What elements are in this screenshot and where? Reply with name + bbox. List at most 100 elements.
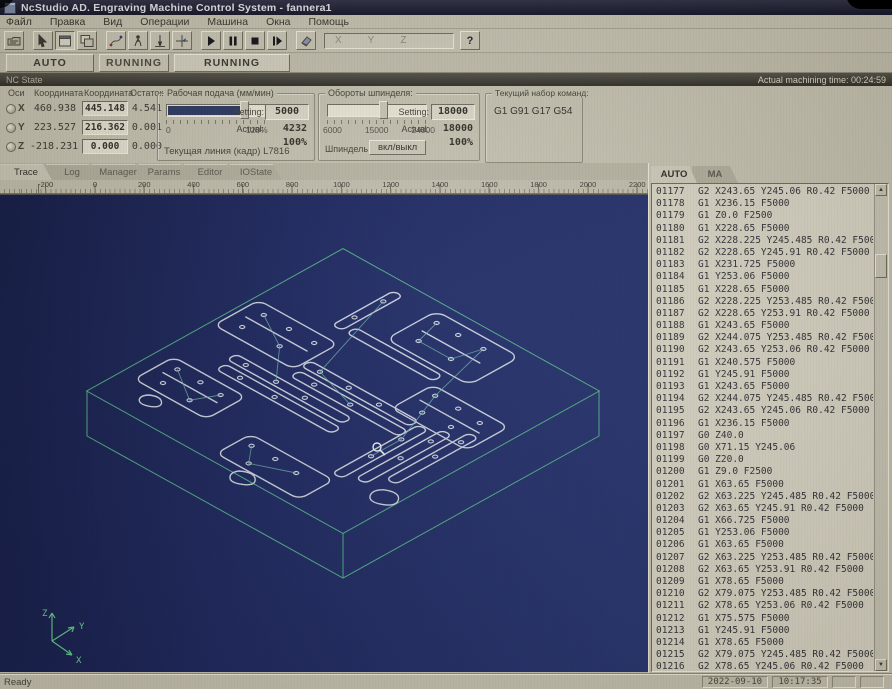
spindle-scale-label: 6000 xyxy=(323,125,342,135)
gcode-command: G1 X66.725 F5000 xyxy=(690,515,790,527)
gcode-command: G2 X244.075 Y245.485 R0.42 F5000 xyxy=(690,393,873,405)
axis-status-icon[interactable] xyxy=(6,104,16,114)
gcode-line-number: 01212 xyxy=(656,613,690,625)
gcode-line: 01198 G0 X71.15 Y245.06 xyxy=(656,442,873,454)
spindle-toggle-button[interactable]: вкл/выкл xyxy=(369,140,426,155)
gcode-panel: AUTOMA 01177 G2 X243.65 Y245.06 R0.42 F5… xyxy=(648,163,892,674)
gcode-list[interactable]: 01177 G2 X243.65 Y245.06 R0.42 F5000 011… xyxy=(651,183,889,672)
gcode-line: 01206 G1 X63.65 F5000 xyxy=(656,539,873,551)
view-tab[interactable]: Editor xyxy=(184,164,236,180)
gcode-command: G2 X78.65 Y245.06 R0.42 F5000 xyxy=(690,661,864,671)
scroll-down-icon[interactable]: ▼ xyxy=(875,659,887,671)
axis-status-icon[interactable] xyxy=(6,142,16,152)
gcode-command: G1 X240.575 F5000 xyxy=(690,357,795,369)
step-button[interactable] xyxy=(267,31,287,50)
spindle-percent: 100% xyxy=(433,137,473,148)
menu-item[interactable]: Окна xyxy=(266,16,290,28)
scroll-up-icon[interactable]: ▲ xyxy=(875,184,887,196)
gcode-line-number: 01193 xyxy=(656,381,690,393)
ruler-label: 400 xyxy=(169,180,218,189)
pause-button[interactable] xyxy=(223,31,243,50)
rapid-move-lines xyxy=(123,271,524,494)
help-button[interactable]: ? xyxy=(460,31,480,50)
gcode-line: 01203 G2 X63.65 Y245.91 R0.42 F5000 xyxy=(656,503,873,515)
axis-x-label: X xyxy=(76,656,82,666)
cursor-icon xyxy=(36,34,50,48)
menu-item[interactable]: Файл xyxy=(6,16,32,28)
menu-item[interactable]: Правка xyxy=(50,16,85,28)
cascade-window-button[interactable] xyxy=(77,31,97,50)
gcode-line-number: 01200 xyxy=(656,466,690,478)
gcode-line-number: 01213 xyxy=(656,625,690,637)
gcode-command: G1 X236.15 F5000 xyxy=(690,198,790,210)
gcode-line-number: 01189 xyxy=(656,332,690,344)
spindle-slider-thumb[interactable] xyxy=(379,101,388,119)
gcode-line-number: 01202 xyxy=(656,491,690,503)
axis-letter: Z xyxy=(400,35,406,46)
mode-tab[interactable]: RUNNING xyxy=(99,54,169,72)
gcode-command: G2 X78.65 Y253.06 R0.42 F5000 xyxy=(690,600,864,612)
axis-status-icon[interactable] xyxy=(6,123,16,133)
menu-item[interactable]: Машина xyxy=(207,16,248,28)
gcode-command: G2 X244.075 Y253.485 R0.42 F5000 xyxy=(690,332,873,344)
spindle-scale-label: 15000 xyxy=(365,125,389,135)
menu-item[interactable]: Вид xyxy=(103,16,122,28)
gcode-line: 01210 G2 X79.075 Y253.485 R0.42 F5000 xyxy=(656,588,873,600)
view-tab[interactable]: Params xyxy=(138,164,190,180)
gcode-tab[interactable]: AUTO xyxy=(651,166,697,183)
gcode-scrollbar[interactable]: ▲ ▼ xyxy=(874,184,888,671)
simulate-button[interactable] xyxy=(128,31,148,50)
nc-state-title: NC State xyxy=(6,75,43,85)
clear-trace-button[interactable] xyxy=(296,31,316,50)
axis-triad: Z Y X xyxy=(42,609,85,666)
menu-item[interactable]: Операции xyxy=(140,16,189,28)
ruler-label: 1000 xyxy=(317,180,366,189)
view-tab[interactable]: IOState xyxy=(230,164,282,180)
gcode-line: 01186 G2 X228.225 Y253.485 R0.42 F5000 xyxy=(656,296,873,308)
gcode-line: 01208 G2 X63.65 Y253.91 R0.42 F5000 xyxy=(656,564,873,576)
gcode-line: 01185 G1 X228.65 F5000 xyxy=(656,284,873,296)
view-window-button[interactable] xyxy=(55,31,75,50)
view-tab[interactable]: Log xyxy=(46,164,98,180)
trace-path-button[interactable] xyxy=(106,31,126,50)
coord-row: Y 223.527 216.362 0.001 xyxy=(2,119,154,138)
scrollbar-thumb[interactable] xyxy=(875,254,887,278)
tool-icon xyxy=(153,34,167,48)
gcode-line-number: 01192 xyxy=(656,369,690,381)
gcode-tab-row: AUTOMA xyxy=(651,165,733,183)
spindle-group: Обороты шпинделя: 60001500024000 Setting… xyxy=(318,93,480,161)
gcode-tab[interactable]: MA xyxy=(692,166,738,183)
goto-origin-button[interactable] xyxy=(172,31,192,50)
spindle-actual-label: Actual: xyxy=(401,124,429,134)
mode-tab[interactable]: AUTO xyxy=(6,54,94,72)
ruler-label: 600 xyxy=(218,180,267,189)
gcode-line-number: 01181 xyxy=(656,235,690,247)
select-cursor-button[interactable] xyxy=(33,31,53,50)
open-file-button[interactable] xyxy=(4,31,24,50)
mode-tab[interactable]: RUNNING xyxy=(174,54,290,72)
gcode-line-number: 01194 xyxy=(656,393,690,405)
menu-item[interactable]: Помощь xyxy=(308,16,349,28)
gcode-line-number: 01203 xyxy=(656,503,690,515)
gcode-line-number: 01209 xyxy=(656,576,690,588)
machine-coordinate: 460.938 xyxy=(30,103,76,114)
gcode-line: 01177 G2 X243.65 Y245.06 R0.42 F5000 xyxy=(656,186,873,198)
tool-measure-button[interactable] xyxy=(150,31,170,50)
gcode-command: G1 X228.65 F5000 xyxy=(690,223,790,235)
gcode-line: 01181 G2 X228.225 Y245.485 R0.42 F5000 xyxy=(656,235,873,247)
view-tab[interactable]: Trace xyxy=(0,164,52,180)
gcode-line-number: 01183 xyxy=(656,259,690,271)
machine-coordinate: -218.231 xyxy=(30,141,76,152)
coord-row: Z -218.231 0.000 0.000 xyxy=(2,138,154,157)
stop-button[interactable] xyxy=(245,31,265,50)
gcode-command: G2 X63.225 Y253.485 R0.42 F5000 xyxy=(690,552,873,564)
coordinate-panel: Оси Координата Координата Остаток X 460.… xyxy=(2,88,154,161)
menu-bar: Файл Правка Вид Операции Машина Окна Помощь xyxy=(0,15,892,29)
start-button[interactable] xyxy=(201,31,221,50)
gcode-line: 01201 G1 X63.65 F5000 xyxy=(656,479,873,491)
gcode-line-number: 01191 xyxy=(656,357,690,369)
toolpath-canvas[interactable]: Z Y X xyxy=(0,194,648,672)
gcode-command: G2 X63.225 Y245.485 R0.42 F5000 xyxy=(690,491,873,503)
ruler-label: 0 xyxy=(70,180,119,189)
view-tab[interactable]: Manager xyxy=(92,164,144,180)
